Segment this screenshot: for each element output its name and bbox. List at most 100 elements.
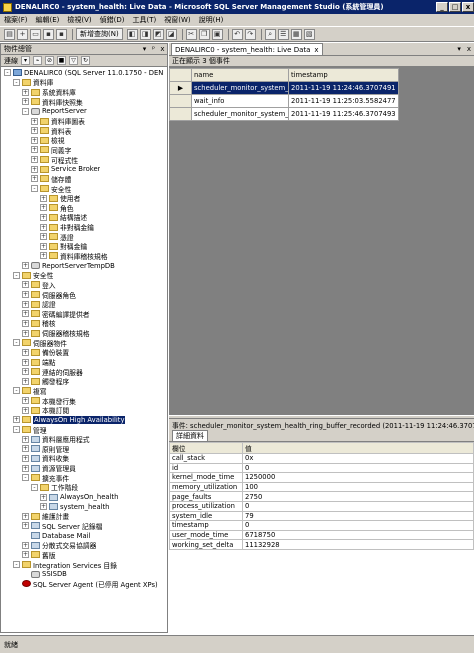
expand-icon[interactable]: + (31, 127, 38, 135)
menu-help[interactable]: 說明(H) (199, 15, 224, 25)
tree-node[interactable]: + 角色 (1, 203, 167, 213)
detail-row[interactable]: call_stack 0x (169, 453, 474, 464)
expand-icon[interactable]: + (22, 522, 29, 530)
expand-icon[interactable]: + (22, 551, 29, 559)
row-selector[interactable]: ▶ (169, 81, 192, 95)
save-icon[interactable]: ▪ (43, 28, 54, 40)
panel-close-icon[interactable]: x (158, 45, 167, 53)
panel-menu-icon[interactable]: ▾ (140, 45, 149, 53)
tree-node[interactable]: + 系統資料庫 (1, 87, 167, 97)
expand-icon[interactable]: + (40, 503, 47, 511)
expand-icon[interactable]: + (31, 146, 38, 154)
tree-node[interactable]: + 資料層應用程式 (1, 434, 167, 444)
collapse-icon[interactable]: - (13, 560, 20, 568)
tree-node[interactable]: + 連結的伺服器 (1, 367, 167, 377)
tree-node[interactable]: SQL Server Agent (已停用 Agent XPs) (1, 579, 167, 589)
expand-icon[interactable]: + (22, 397, 29, 405)
expand-icon[interactable]: + (22, 406, 29, 414)
column-header-name[interactable]: name (191, 68, 289, 82)
tree-node[interactable]: + 密碼編譯提供者 (1, 309, 167, 319)
expand-icon[interactable]: + (22, 541, 29, 549)
expand-icon[interactable]: + (22, 262, 29, 270)
tree-node[interactable]: + 備份裝置 (1, 348, 167, 357)
tree-node[interactable]: + 資源管理員 (1, 463, 167, 473)
tree-node[interactable]: - 安全性 (1, 270, 167, 280)
row-selector[interactable] (169, 94, 192, 108)
expand-icon[interactable]: + (22, 512, 29, 520)
expand-icon[interactable]: + (22, 445, 29, 453)
event-name-cell[interactable]: scheduler_monitor_system_he... (191, 81, 289, 95)
collapse-icon[interactable]: - (22, 474, 29, 482)
analysis-query-icon[interactable]: ◨ (139, 28, 151, 40)
tree-node[interactable]: - 資料庫 (1, 78, 167, 87)
disconnect-icon[interactable]: ⊘ (45, 56, 54, 65)
tree-node[interactable]: + 非對稱金鑰 (1, 222, 167, 232)
tree-node[interactable]: + 伺服器稽核規格 (1, 328, 167, 338)
tree-node[interactable]: + Service Broker (1, 164, 167, 174)
tree-node[interactable]: - Integration Services 目錄 (1, 560, 167, 570)
tree-node[interactable]: + 檢視 (1, 135, 167, 145)
tree-node[interactable]: + system_health (1, 502, 167, 512)
expand-icon[interactable]: + (40, 213, 47, 221)
expand-icon[interactable]: + (40, 493, 47, 501)
column-header-value[interactable]: 值 (242, 442, 474, 454)
object-explorer-icon[interactable]: ▦ (290, 28, 302, 40)
tab-list-dropdown-icon[interactable]: ▾ (454, 45, 464, 53)
tree-node[interactable]: + 觸發程序 (1, 377, 167, 386)
expand-icon[interactable]: + (22, 319, 29, 327)
expand-icon[interactable]: + (22, 368, 29, 376)
document-close-icon[interactable]: x (464, 45, 474, 53)
tree-node[interactable]: + 憑證 (1, 232, 167, 242)
tree-node[interactable]: + 使用者 (1, 193, 167, 203)
event-timestamp-cell[interactable]: 2011-11-19 11:25:03.5582477 (288, 94, 399, 108)
pin-icon[interactable]: ᵖ (149, 45, 158, 53)
connect-icon[interactable]: ⌁ (33, 56, 42, 65)
expand-icon[interactable]: + (40, 204, 47, 212)
menu-edit[interactable]: 編輯(E) (36, 15, 60, 25)
expand-icon[interactable]: + (22, 464, 29, 472)
expand-icon[interactable]: + (31, 165, 38, 173)
tree-node[interactable]: + 認證 (1, 299, 167, 309)
tab-details[interactable]: 詳細資料 (172, 430, 208, 441)
collapse-icon[interactable]: - (31, 483, 38, 491)
expand-icon[interactable]: + (22, 98, 29, 106)
expand-icon[interactable]: + (22, 358, 29, 366)
detail-row[interactable]: kernel_mode_time 1250000 (169, 472, 474, 483)
tree-node[interactable]: + AlwaysOn High Availability (1, 415, 167, 425)
tree-node[interactable]: + 端點 (1, 357, 167, 367)
tree-node[interactable]: + ReportServerTempDB (1, 261, 167, 271)
minimize-button[interactable]: _ (436, 2, 448, 12)
connect-button[interactable]: 連線 (4, 56, 18, 66)
stop-icon[interactable]: ■ (57, 56, 66, 65)
tree-node[interactable]: + 結構描述 (1, 213, 167, 222)
tree-node[interactable]: Database Mail (1, 531, 167, 541)
detail-row[interactable]: page_faults 2750 (169, 491, 474, 502)
tree-node[interactable]: + 本機發行集 (1, 396, 167, 406)
tree-node[interactable]: + SQL Server 記錄檔 (1, 521, 167, 531)
menu-file[interactable]: 檔案(F) (4, 15, 28, 25)
collapse-icon[interactable]: - (31, 185, 38, 192)
paste-icon[interactable]: ▣ (211, 28, 223, 40)
tree-node[interactable]: + 資料收集 (1, 454, 167, 463)
tree-node[interactable]: - 伺服器物件 (1, 338, 167, 348)
filter-icon[interactable]: ▽ (69, 56, 78, 65)
tree-node[interactable]: + 舊版 (1, 550, 167, 560)
tree-node[interactable]: + 本機訂閱 (1, 405, 167, 415)
expand-icon[interactable]: + (22, 300, 29, 308)
mdx-query-icon[interactable]: ◩ (152, 28, 164, 40)
expand-icon[interactable]: + (22, 310, 29, 318)
collapse-icon[interactable]: - (13, 387, 20, 395)
tree-node[interactable]: + 伺服器角色 (1, 290, 167, 300)
menu-debug[interactable]: 偵錯(D) (100, 15, 125, 25)
save-all-icon[interactable]: ▪ (56, 28, 67, 40)
properties-icon[interactable]: ☰ (277, 28, 289, 40)
tree-node[interactable]: + 稽核 (1, 319, 167, 328)
tree-node[interactable]: SSISDB (1, 569, 167, 579)
event-timestamp-cell[interactable]: 2011-11-19 11:25:46.3707493 (288, 107, 399, 121)
maximize-button[interactable]: □ (449, 2, 461, 12)
tree-node[interactable]: + 資料庫快照集 (1, 97, 167, 107)
expand-icon[interactable]: + (40, 223, 47, 231)
detail-row[interactable]: working_set_delta 11132928 (169, 539, 474, 550)
collapse-icon[interactable]: - (13, 339, 20, 347)
find-icon[interactable]: ⌕ (264, 28, 276, 40)
